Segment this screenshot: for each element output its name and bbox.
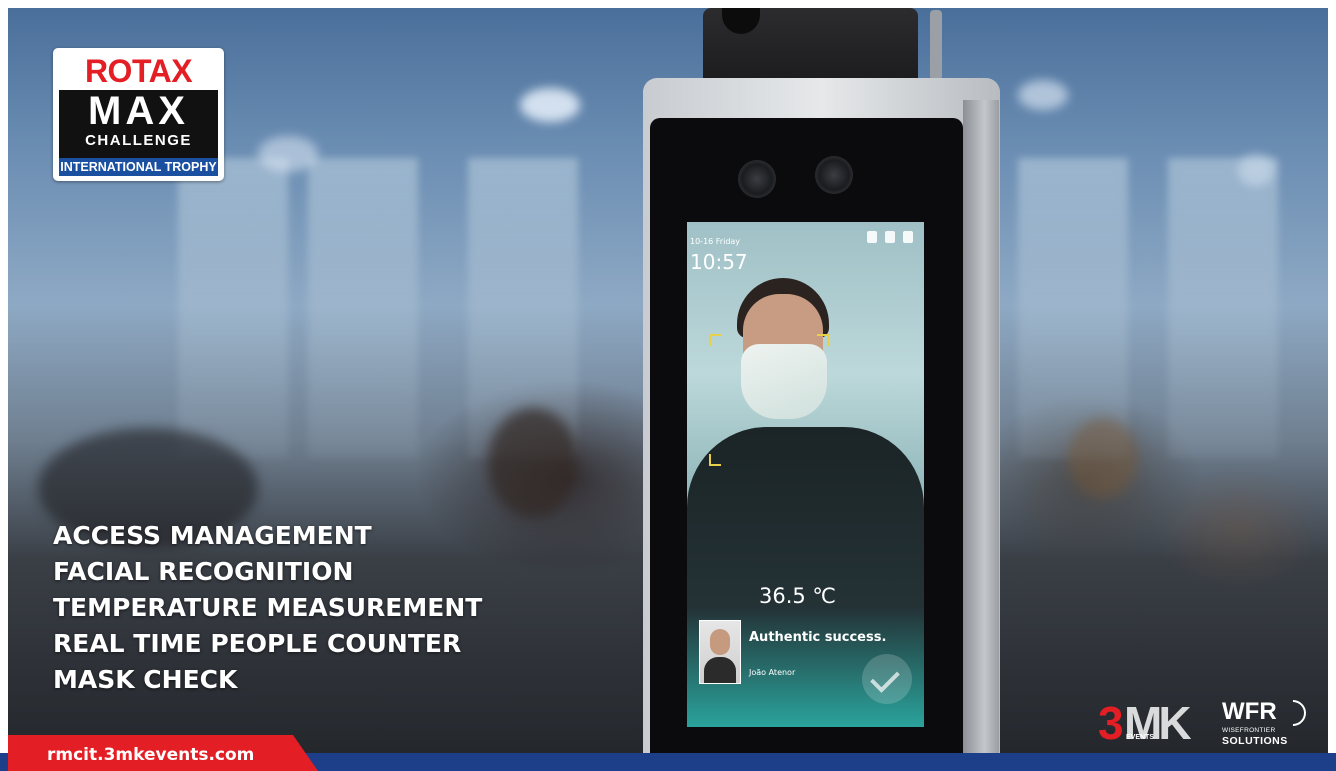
rotax-max-logo: ROTAX MAX CHALLENGE INTERNATIONAL TROPHY	[53, 48, 224, 181]
face-frame-corner	[709, 334, 721, 346]
camera-right-icon	[815, 156, 853, 194]
logo-wfr-solutions: SOLUTIONS	[1222, 735, 1288, 747]
thumb-face	[710, 629, 730, 655]
network-icon	[903, 231, 914, 243]
thumb-body	[704, 657, 736, 683]
thermometer-icon	[867, 231, 877, 243]
logo-rotax-text: ROTAX	[84, 53, 193, 89]
device-side	[963, 100, 999, 755]
logo-wfr-text: WFR	[1222, 698, 1277, 725]
check-icon	[862, 654, 912, 704]
status-icons	[867, 228, 916, 247]
screen-time: 10:57	[690, 250, 748, 274]
feature-item: TEMPERATURE MEASUREMENT	[53, 593, 483, 622]
ceiling-light	[1238, 154, 1274, 186]
logo-wfr-sub: WISEFRONTIER	[1222, 727, 1276, 734]
ceiling-light	[520, 88, 580, 122]
blurred-window	[1018, 158, 1128, 458]
ceiling-light	[258, 136, 318, 172]
recognized-person-photo	[699, 620, 741, 684]
camera-left-icon	[738, 160, 776, 198]
feature-item: ACCESS MANAGEMENT	[53, 521, 372, 550]
event-url-link[interactable]: rmcit.3mkevents.com	[47, 744, 254, 766]
feature-item: MASK CHECK	[53, 665, 238, 694]
ceiling-light	[1018, 80, 1068, 110]
face-frame-corner	[817, 334, 829, 346]
device-screen: 10-16 Friday 10:57 36.5 ℃ Authentic succ…	[687, 222, 924, 727]
auth-status-message: Authentic success.	[749, 630, 887, 645]
blurred-window	[308, 158, 418, 458]
temperature-readout: 36.5 ℃	[759, 584, 837, 608]
blurred-window	[1168, 158, 1278, 458]
face-frame-corner	[709, 454, 721, 466]
blurred-person	[1068, 418, 1138, 498]
blurred-person	[488, 408, 578, 518]
recognized-person-name: João Atenor	[749, 668, 796, 677]
feature-item: REAL TIME PEOPLE COUNTER	[53, 629, 462, 658]
face-mask	[741, 344, 827, 419]
logo-trophy-text: INTERNATIONAL TROPHY	[59, 158, 218, 176]
feature-list: ACCESS MANAGEMENT FACIAL RECOGNITION TEM…	[53, 518, 482, 698]
slide-frame: 10-16 Friday 10:57 36.5 ℃ Authentic succ…	[0, 0, 1336, 771]
logo-3mk-events: EVENTS	[1126, 734, 1155, 741]
wfr-solutions-logo: WFR WISEFRONTIER SOLUTIONS	[1222, 694, 1312, 750]
3mk-events-logo: 3 MK EVENTS	[1098, 698, 1198, 750]
logo-challenge-text: CHALLENGE	[85, 132, 192, 149]
logo-max-block: MAX CHALLENGE	[59, 90, 218, 158]
mount-arm	[930, 10, 942, 80]
logo-3mk-digit: 3	[1098, 697, 1124, 749]
screen-date: 10-16 Friday	[690, 237, 741, 246]
blurred-window	[178, 158, 288, 458]
logo-max-text: MAX	[88, 89, 189, 133]
shield-icon	[885, 231, 896, 243]
feature-item: FACIAL RECOGNITION	[53, 557, 354, 586]
signal-wave-icon	[1274, 694, 1312, 732]
